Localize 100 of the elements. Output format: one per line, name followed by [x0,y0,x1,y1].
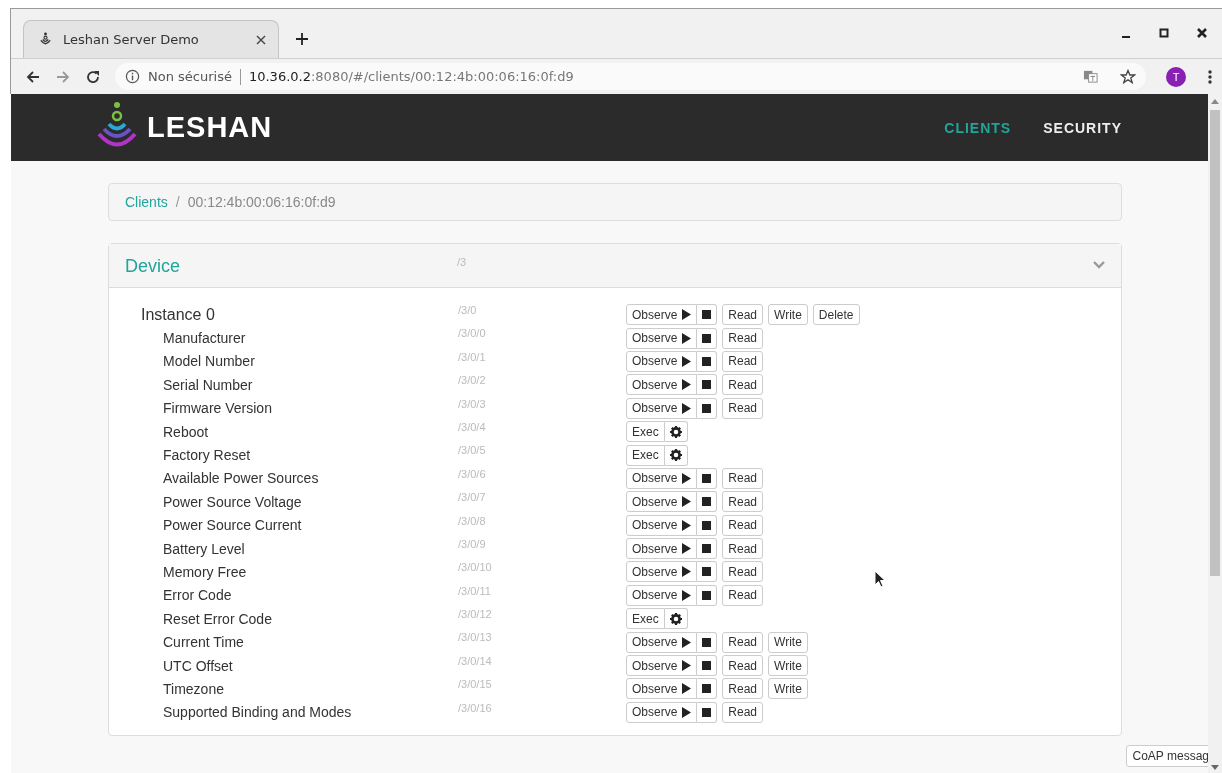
resource-name: Reset Error Code [162,610,273,627]
stop-button[interactable] [697,374,718,396]
nav-link[interactable]: SECURITY [1043,119,1122,136]
stop-button[interactable] [697,538,718,560]
exec-button[interactable]: Exec [626,608,665,630]
stop-button[interactable] [697,491,718,513]
logo-icon [38,32,53,47]
stop-button[interactable] [697,655,718,677]
exec-options-button[interactable] [664,444,688,466]
translate-icon[interactable] [1083,69,1098,84]
stop-icon [702,356,712,366]
stop-button[interactable] [697,584,718,606]
exec-button[interactable]: Exec [626,444,665,466]
stop-button[interactable] [697,397,718,419]
play-icon [682,309,692,321]
read-button[interactable]: Read [722,491,764,513]
stop-icon [702,497,712,507]
info-icon [125,69,140,84]
resource-path: /3/0/8 [458,513,487,527]
resource-name: Reboot [162,423,210,440]
profile-avatar[interactable]: T [1166,66,1186,87]
read-button[interactable]: Read [722,327,764,349]
nav-link[interactable]: CLIENTS [944,119,1012,136]
read-button[interactable]: Read [722,561,764,583]
observe-button[interactable]: Observe [626,701,698,723]
gear-icon [669,612,682,625]
read-button[interactable]: Read [722,584,764,606]
play-icon [682,660,692,672]
observe-button[interactable]: Observe [626,397,698,419]
resource-path: /3/0/9 [458,536,487,550]
observe-button[interactable]: Observe [626,327,698,349]
write-button[interactable]: Write [768,304,808,326]
resource-name: Battery Level [162,540,246,557]
read-button[interactable]: Read [722,350,764,372]
read-button[interactable]: Read [722,514,764,536]
close-icon[interactable] [256,34,266,45]
menu-icon[interactable] [1208,68,1212,85]
browser-tab[interactable]: Leshan Server Demo [23,20,279,58]
read-button[interactable]: Read [722,631,764,653]
plus-icon[interactable] [295,32,309,46]
stop-icon [702,520,712,530]
read-button[interactable]: Read [722,701,764,723]
exec-options-button[interactable] [664,421,688,443]
resource-path: /3/0/5 [458,443,487,457]
maximize-icon[interactable] [1158,27,1170,39]
stop-button[interactable] [697,631,718,653]
read-button[interactable]: Read [722,538,764,560]
scrollbar-thumb[interactable] [1210,110,1220,576]
stop-icon [702,684,712,694]
observe-button[interactable]: Observe [626,538,698,560]
read-button[interactable]: Read [722,304,764,326]
play-icon [682,683,692,695]
reload-icon[interactable] [85,68,101,85]
resource-name: Error Code [162,587,233,604]
resource-path: /3/0/3 [458,396,487,410]
stop-button[interactable] [697,327,718,349]
write-button[interactable]: Write [768,678,808,700]
write-button[interactable]: Write [768,631,808,653]
observe-button[interactable]: Observe [626,374,698,396]
stop-button[interactable] [697,701,718,723]
stop-button[interactable] [697,561,718,583]
back-icon[interactable] [25,68,41,85]
scroll-down-icon[interactable] [1211,765,1219,771]
scroll-up-icon[interactable] [1211,98,1219,104]
observe-button[interactable]: Observe [626,467,698,489]
read-button[interactable]: Read [722,467,764,489]
play-icon [682,402,692,414]
star-icon[interactable] [1120,68,1136,85]
stop-button[interactable] [697,678,718,700]
observe-button[interactable]: Observe [626,678,698,700]
observe-button[interactable]: Observe [626,655,698,677]
observe-button[interactable]: Observe [626,514,698,536]
close-icon[interactable] [1196,27,1208,39]
delete-button[interactable]: Delete [812,304,860,326]
read-button[interactable]: Read [722,655,764,677]
observe-button[interactable]: Observe [626,350,698,372]
resource-name: Available Power Sources [162,470,320,487]
scrollbar[interactable] [1208,94,1222,773]
chevron-icon[interactable] [1093,261,1105,269]
stop-button[interactable] [697,350,718,372]
resource-path: /3/0/14 [458,653,493,667]
resource-path: /3/0/0 [458,326,487,340]
read-button[interactable]: Read [722,678,764,700]
read-button[interactable]: Read [722,374,764,396]
exec-options-button[interactable] [664,608,688,630]
observe-button[interactable]: Observe [626,631,698,653]
observe-button[interactable]: Observe [626,304,698,326]
instance-name: Instance 0 [141,305,216,324]
address-bar[interactable]: Non sécurisé 10.36.0.2:8080/#/clients/00:12:4b:00:06:16:0f:d9 [115,63,1146,90]
observe-button[interactable]: Observe [626,561,698,583]
observe-button[interactable]: Observe [626,491,698,513]
coap-messages-button[interactable]: CoAP messag [1125,745,1208,767]
observe-button[interactable]: Observe [626,584,698,606]
read-button[interactable]: Read [722,397,764,419]
exec-button[interactable]: Exec [626,421,665,443]
stop-button[interactable] [697,467,718,489]
write-button[interactable]: Write [768,655,808,677]
stop-button[interactable] [697,514,718,536]
cursor-icon [874,570,886,588]
stop-button[interactable] [697,304,718,326]
